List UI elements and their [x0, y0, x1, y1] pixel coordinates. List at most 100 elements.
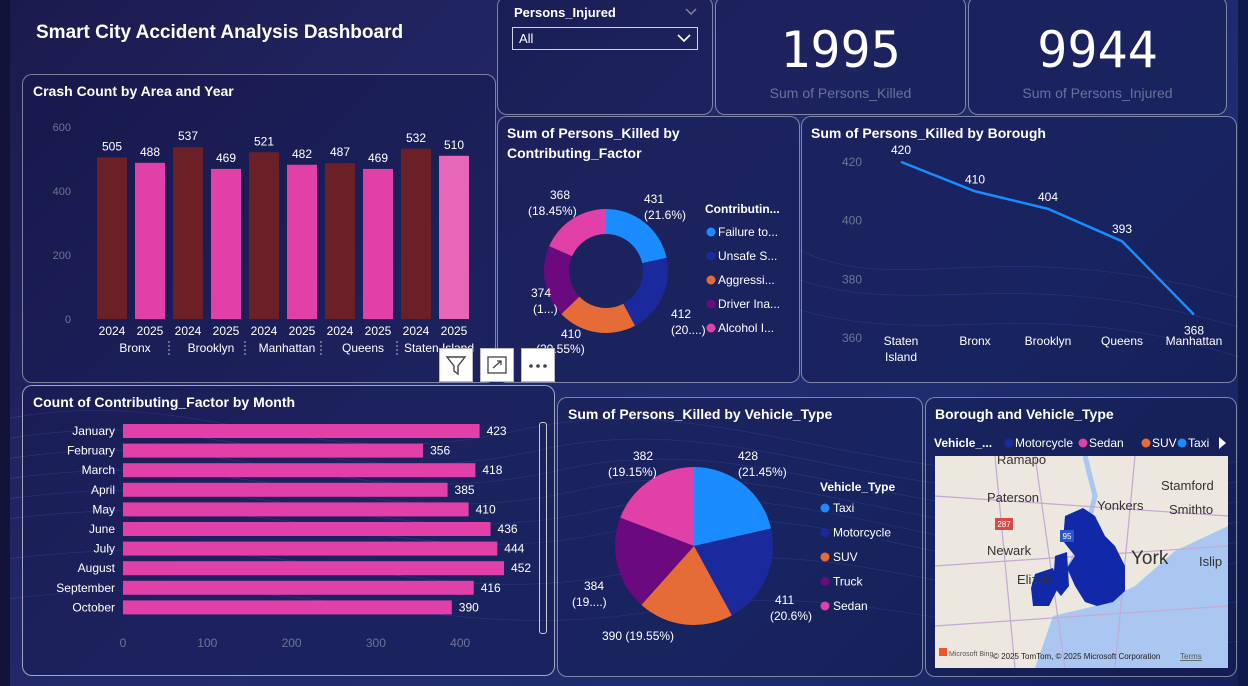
pie-data-label: (20.6%) — [770, 609, 812, 623]
crash-count-chart: 600 400 200 0 505 2024 488 2025 537 2024 469 2025 52… — [53, 122, 474, 357]
filter-button[interactable] — [439, 348, 473, 382]
left-edge — [0, 0, 10, 686]
dashboard-title: Smart City Accident Analysis Dashboard — [36, 22, 404, 43]
pie-legend-marker — [820, 577, 830, 586]
crash-count-chart-panel[interactable]: Crash Count by Area and Year 600 400 200 0 5… — [22, 74, 496, 383]
y-tick-label: 420 — [842, 155, 862, 169]
year-tick-label: 2025 — [289, 324, 316, 338]
vertical-scrollbar[interactable] — [539, 422, 547, 634]
kpi-injured-value: 9944 — [1037, 21, 1158, 79]
month-value-label: 356 — [430, 444, 450, 458]
month-label: May — [92, 502, 115, 516]
map-title: Borough and Vehicle_Type — [935, 406, 1114, 422]
legend-scroll-right-icon — [1219, 437, 1226, 449]
bar-value-label: 505 — [102, 139, 122, 153]
kpi-injured-label: Sum of Persons_Injured — [1022, 85, 1173, 101]
bar-value-label: 487 — [330, 145, 350, 159]
month-value-label: 423 — [487, 424, 507, 438]
pie-legend-marker — [820, 552, 830, 562]
x-tick-label: Island — [885, 350, 917, 364]
map-legend-marker — [1141, 438, 1151, 448]
bar — [325, 163, 355, 319]
donut-legend-marker — [706, 323, 716, 333]
place-label: York — [1131, 548, 1169, 569]
month-label: July — [94, 542, 115, 556]
bar-value-label: 488 — [140, 145, 160, 159]
bar-value-label: 469 — [216, 151, 236, 165]
month-value-label: 436 — [498, 522, 518, 536]
kpi-card-killed: 1995 Sum of Persons_Killed — [715, 0, 966, 115]
month-bar-chart: January 423 February 356 March 418 April 385 May… — [56, 424, 531, 650]
pie-legend-label: Motorcycle — [833, 526, 891, 540]
persons-injured-slicer: Persons_Injured All — [497, 0, 713, 115]
slicer-collapse-chevron-icon[interactable] — [684, 7, 698, 17]
vehicle-type-pie-panel[interactable]: Sum of Persons_Killed by Vehicle_Type 42… — [557, 397, 923, 677]
pie-data-label: (19....) — [572, 595, 607, 609]
pie-legend-label: Taxi — [833, 501, 854, 515]
pie-data-label: 382 — [633, 449, 653, 463]
donut-data-label: (21.6%) — [644, 208, 686, 222]
bar — [401, 148, 431, 319]
borough-map-panel[interactable]: Borough and Vehicle_Type Vehicle_... Moto… — [925, 397, 1237, 677]
pie-data-label: 428 — [738, 449, 758, 463]
month-bar — [123, 424, 480, 438]
donut-data-label: (1...) — [533, 302, 558, 316]
month-value-label: 385 — [455, 483, 475, 497]
y-tick-label: 400 — [53, 186, 71, 198]
bar — [249, 152, 279, 319]
donut-legend-label: Unsafe S... — [718, 249, 777, 263]
slicer-label: Persons_Injured — [514, 5, 616, 20]
year-tick-label: 2024 — [327, 324, 354, 338]
map-legend-label: Motorcycle — [1015, 436, 1073, 450]
area-tick-label: Bronx — [119, 341, 150, 355]
borough-line-chart: 420 400 380 360 420 Staten Island 410 Bronx 404 Br… — [842, 143, 1222, 364]
pie-legend-marker — [820, 601, 830, 611]
map-canvas[interactable]: Ramapo Stamford Paterson Yonkers Smithto Newa… — [935, 456, 1228, 668]
month-label: January — [72, 424, 115, 438]
y-tick-label: 200 — [53, 250, 71, 262]
x-tick-label: Bronx — [959, 334, 990, 348]
contributing-factor-donut-panel[interactable]: Sum of Persons_Killed by Contributing_Fa… — [497, 116, 800, 383]
bar-value-label: 482 — [292, 147, 312, 161]
month-label: June — [89, 522, 115, 536]
map-terms-link: Terms — [1180, 652, 1202, 661]
slicer-dropdown[interactable]: All — [512, 27, 698, 50]
pie-data-label: 411 — [775, 593, 794, 607]
place-label: Stamford — [1161, 478, 1214, 493]
year-tick-label: 2025 — [365, 324, 392, 338]
area-tick-label: Queens — [342, 341, 384, 355]
kpi-killed-value: 1995 — [780, 21, 901, 79]
kpi-card-injured: 9944 Sum of Persons_Injured — [968, 0, 1227, 115]
donut-data-label: 412 — [671, 307, 691, 321]
more-options-button[interactable] — [521, 348, 555, 382]
donut-data-label: 374 — [531, 286, 551, 300]
bar — [97, 157, 127, 319]
area-tick-label: Manhattan — [259, 341, 316, 355]
highway-label: 95 — [1063, 532, 1072, 541]
y-tick-label: 360 — [842, 331, 862, 345]
map-legend-marker — [1177, 438, 1187, 448]
x-tick-label: Brooklyn — [1025, 334, 1072, 348]
bar — [439, 155, 469, 319]
bar-value-label: 510 — [444, 138, 464, 152]
month-bar — [123, 522, 491, 536]
donut-legend-marker — [706, 299, 716, 309]
pie-data-label: (21.45%) — [738, 465, 787, 479]
month-label: October — [72, 600, 115, 614]
month-bar — [123, 463, 476, 478]
x-tick-label: 300 — [366, 636, 386, 650]
month-bar-chart-panel[interactable]: Count of Contributing_Factor by Month Ja… — [22, 385, 555, 676]
month-label: August — [78, 561, 116, 575]
pie-data-label: 390 (19.55%) — [602, 629, 674, 643]
filter-icon — [445, 356, 467, 376]
series-line — [900, 160, 1195, 316]
focus-mode-button[interactable] — [480, 348, 514, 382]
year-tick-label: 2025 — [213, 324, 240, 338]
crash-chart-title: Crash Count by Area and Year — [33, 83, 234, 99]
borough-line-chart-panel[interactable]: Sum of Persons_Killed by Borough 420 400 3… — [801, 116, 1237, 383]
donut-legend-marker — [706, 275, 716, 285]
donut-slice — [623, 257, 668, 326]
slicer-value: All — [519, 31, 534, 46]
place-label: Paterson — [987, 490, 1039, 505]
bar — [173, 147, 203, 319]
